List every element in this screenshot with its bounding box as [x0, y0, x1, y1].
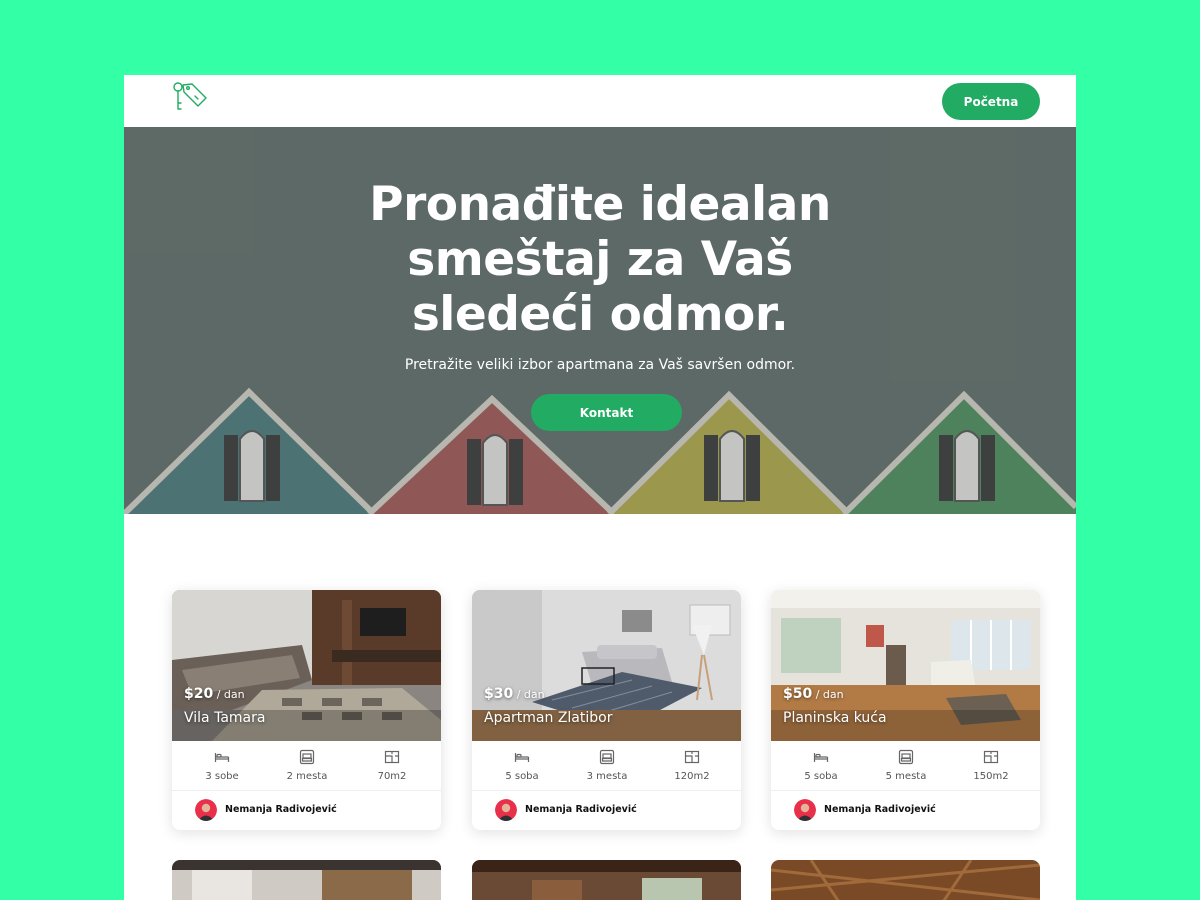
places-label: 5 mesta — [885, 771, 927, 782]
feature-area: 70m2 — [347, 749, 437, 782]
hero-section: Pronađite idealan smeštaj za Vaš sledeći… — [124, 127, 1076, 514]
feature-rooms: 3 sobe — [177, 749, 267, 782]
listing-card[interactable]: $20 / dan Vila Tamara 3 sobe 2 mesta 70m… — [172, 590, 441, 830]
feature-places: 2 mesta — [262, 749, 352, 782]
owner-name[interactable]: Nemanja Radivojević — [225, 804, 337, 815]
listing-card[interactable]: $50 / dan Planinska kuća 5 soba 5 mesta … — [771, 590, 1040, 830]
avatar[interactable] — [195, 799, 217, 821]
area-label: 120m2 — [674, 771, 710, 782]
bed-icon — [813, 753, 829, 762]
owner-name[interactable]: Nemanja Radivojević — [525, 804, 637, 815]
owner-name[interactable]: Nemanja Radivojević — [824, 804, 936, 815]
rooms-label: 5 soba — [505, 771, 539, 782]
listing-owner[interactable]: Nemanja Radivojević — [172, 791, 441, 830]
listing-card-partial[interactable] — [771, 860, 1040, 900]
avatar[interactable] — [794, 799, 816, 821]
area-label: 150m2 — [973, 771, 1009, 782]
feature-area: 120m2 — [647, 749, 737, 782]
feature-rooms: 5 soba — [477, 749, 567, 782]
bed-icon — [214, 753, 230, 762]
listing-price: $30 / dan — [484, 686, 545, 702]
listing-owner[interactable]: Nemanja Radivojević — [771, 791, 1040, 830]
listing-features: 5 soba 3 mesta 120m2 — [472, 741, 741, 791]
floor-plan-icon — [684, 750, 700, 764]
avatar[interactable] — [495, 799, 517, 821]
feature-places: 5 mesta — [861, 749, 951, 782]
listing-title: Planinska kuća — [783, 710, 887, 726]
sofa-icon — [299, 749, 315, 765]
listing-price: $20 / dan — [184, 686, 245, 702]
top-navbar: Početna — [124, 75, 1076, 127]
places-label: 3 mesta — [586, 771, 628, 782]
rooms-label: 5 soba — [804, 771, 838, 782]
floor-plan-icon — [983, 750, 999, 764]
home-button[interactable]: Početna — [942, 83, 1040, 120]
bed-icon — [514, 753, 530, 762]
rooms-label: 3 sobe — [205, 771, 239, 782]
listing-owner[interactable]: Nemanja Radivojević — [472, 791, 741, 830]
listing-features: 3 sobe 2 mesta 70m2 — [172, 741, 441, 791]
listing-title: Apartman Zlatibor — [484, 710, 613, 726]
feature-rooms: 5 soba — [776, 749, 866, 782]
hero-title: Pronađite idealan smeštaj za Vaš sledeći… — [369, 177, 831, 342]
sofa-icon — [599, 749, 615, 765]
page-container: Početna Pronađite idealan smeštaj za Vaš… — [124, 75, 1076, 900]
area-label: 70m2 — [377, 771, 407, 782]
keys-tag-icon[interactable] — [170, 81, 210, 113]
places-label: 2 mesta — [286, 771, 328, 782]
listing-price: $50 / dan — [783, 686, 844, 702]
listing-card-partial[interactable] — [472, 860, 741, 900]
feature-area: 150m2 — [946, 749, 1036, 782]
listing-card[interactable]: $30 / dan Apartman Zlatibor 5 soba 3 mes… — [472, 590, 741, 830]
feature-places: 3 mesta — [562, 749, 652, 782]
listing-card-partial[interactable] — [172, 860, 441, 900]
sofa-icon — [898, 749, 914, 765]
hero-subtitle: Pretražite veliki izbor apartmana za Vaš… — [404, 357, 796, 373]
listing-features: 5 soba 5 mesta 150m2 — [771, 741, 1040, 791]
listing-title: Vila Tamara — [184, 710, 266, 726]
contact-button[interactable]: Kontakt — [531, 394, 682, 431]
floor-plan-icon — [384, 750, 400, 764]
